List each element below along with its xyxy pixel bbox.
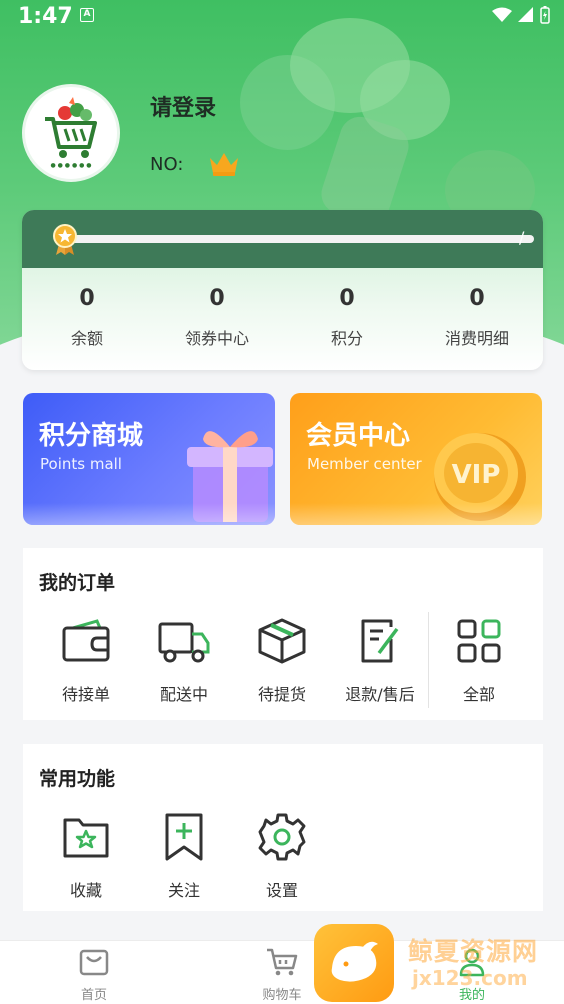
gear-icon xyxy=(258,813,306,861)
member-no-label: NO: xyxy=(150,154,184,175)
orders-divider xyxy=(428,612,429,708)
order-all[interactable]: 全部 xyxy=(431,616,527,705)
stat-value: 0 xyxy=(469,286,485,311)
svg-text:VIP: VIP xyxy=(452,460,501,490)
function-follow-label: 关注 xyxy=(167,881,200,900)
nav-cart-label: 购物车 xyxy=(262,988,302,1003)
crown-icon xyxy=(210,153,238,176)
status-bar: 1:47 A xyxy=(0,0,564,36)
function-settings-label: 设置 xyxy=(265,881,298,900)
whale-icon xyxy=(331,941,378,982)
watermark-text: 鲸夏资源网 xyxy=(408,937,539,966)
stat-label: 积分 xyxy=(330,329,363,348)
truck-icon xyxy=(158,622,210,663)
my-orders-section: 我的订单 待接单 配送中 待提货 退款/售后 全部 xyxy=(23,548,543,720)
stat-spending-detail[interactable]: 0 消费明细 xyxy=(412,286,542,349)
common-functions-title: 常用功能 xyxy=(39,768,116,790)
order-refund-label: 退款/售后 xyxy=(345,685,415,704)
stats-card: / 0 余额 0 领券中心 0 积分 0 消费明细 xyxy=(22,210,543,370)
stat-value: 0 xyxy=(339,286,355,311)
grocery-cart-logo-icon: ● ● ● ● ● ● xyxy=(45,97,97,169)
refund-doc-icon xyxy=(361,619,399,663)
bookmark-plus-icon xyxy=(165,813,203,861)
member-center-banner[interactable]: VIP 会员中心 Member center xyxy=(290,393,542,525)
order-pending-pickup[interactable]: 待提货 xyxy=(234,616,330,705)
cart-icon xyxy=(267,948,298,976)
points-mall-banner[interactable]: 积分商城 Points mall xyxy=(23,393,275,525)
function-follow[interactable]: 关注 xyxy=(136,812,232,901)
function-favorites[interactable]: 收藏 xyxy=(38,812,134,901)
progress-separator: / xyxy=(519,228,525,247)
stat-label: 消费明细 xyxy=(444,329,509,348)
wallet-icon xyxy=(62,619,110,662)
login-prompt[interactable]: 请登录 xyxy=(150,90,216,122)
order-delivering-label: 配送中 xyxy=(159,685,208,704)
function-favorites-label: 收藏 xyxy=(69,881,102,900)
order-pending-pickup-label: 待提货 xyxy=(257,685,306,704)
stat-value: 0 xyxy=(79,286,95,311)
common-functions-section: 常用功能 收藏 关注 设置 xyxy=(23,744,543,911)
home-bag-icon xyxy=(79,949,109,976)
order-delivering[interactable]: 配送中 xyxy=(136,616,232,705)
my-orders-title: 我的订单 xyxy=(39,572,116,594)
battery-icon xyxy=(540,6,550,24)
nav-cart[interactable]: 购物车 xyxy=(242,947,322,1003)
order-refund-aftersales[interactable]: 退款/售后 xyxy=(332,616,428,705)
order-pending-accept-label: 待接单 xyxy=(61,685,110,704)
stat-points[interactable]: 0 积分 xyxy=(282,286,412,349)
stat-coupon-center[interactable]: 0 领券中心 xyxy=(152,286,282,349)
member-center-title: 会员中心 xyxy=(306,421,411,451)
signal-icon xyxy=(518,7,533,22)
star-folder-icon xyxy=(63,818,109,858)
stat-balance[interactable]: 0 余额 xyxy=(22,286,152,349)
watermark-url: jx123.com xyxy=(412,966,528,990)
progress-track xyxy=(68,235,534,243)
status-time: 1:47 xyxy=(18,4,73,29)
member-center-subtitle: Member center xyxy=(307,455,422,473)
svg-text:● ● ● ● ● ●: ● ● ● ● ● ● xyxy=(51,162,92,169)
notification-a-icon: A xyxy=(80,8,94,22)
order-all-label: 全部 xyxy=(462,685,495,704)
nav-home[interactable]: 首页 xyxy=(54,947,134,1003)
order-pending-accept[interactable]: 待接单 xyxy=(38,616,134,705)
watermark-whale-logo xyxy=(314,924,394,1002)
nav-home-label: 首页 xyxy=(80,988,107,1003)
stat-label: 余额 xyxy=(70,329,103,348)
package-icon xyxy=(258,618,306,664)
grid-icon xyxy=(457,619,501,663)
stat-value: 0 xyxy=(209,286,225,311)
medal-icon xyxy=(53,224,77,255)
avatar[interactable]: ● ● ● ● ● ● xyxy=(22,84,120,182)
function-settings[interactable]: 设置 xyxy=(234,812,330,901)
stat-label: 领券中心 xyxy=(184,329,249,348)
points-mall-subtitle: Points mall xyxy=(40,455,122,473)
points-mall-title: 积分商城 xyxy=(39,421,144,451)
wifi-icon xyxy=(492,7,512,22)
level-progress-bar: / xyxy=(22,210,543,268)
